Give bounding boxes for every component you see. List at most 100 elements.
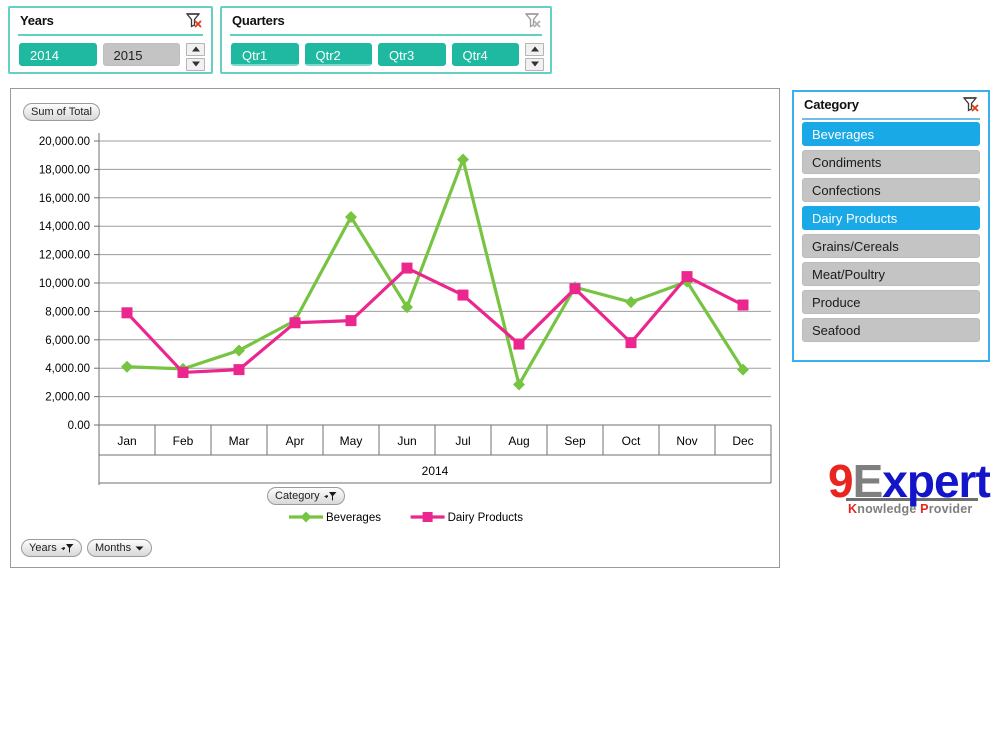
slicer-item-grains-cereals[interactable]: Grains/Cereals xyxy=(802,234,980,258)
x-axis-tick-label: Dec xyxy=(732,434,753,448)
slicer-item-qtr4[interactable]: Qtr4 xyxy=(452,43,520,66)
y-axis-tick-label: 14,000.00 xyxy=(39,221,90,233)
legend-label: Beverages xyxy=(326,512,381,524)
clear-filter-icon[interactable] xyxy=(185,12,203,28)
slicer-item-produce[interactable]: Produce xyxy=(802,290,980,314)
clear-filter-icon[interactable] xyxy=(962,96,980,112)
logo-letters-xpert: xpert xyxy=(882,455,989,507)
slicer-item-dairy-products[interactable]: Dairy Products xyxy=(802,206,980,230)
slicer-category-list: Beverages Condiments Confections Dairy Prod… xyxy=(794,118,988,352)
x-axis-tick-label: Oct xyxy=(622,434,641,448)
slicer-quarters-title: Quarters xyxy=(232,13,285,28)
data-point-marker xyxy=(290,317,301,328)
filter-dropdown-icon xyxy=(61,543,74,554)
chevron-down-icon xyxy=(135,545,144,552)
slicer-item-qtr3[interactable]: Qtr3 xyxy=(378,43,446,66)
slicer-item-seafood[interactable]: Seafood xyxy=(802,318,980,342)
slicer-item-label: Condiments xyxy=(812,155,881,170)
slicer-item-label: Dairy Products xyxy=(812,211,897,226)
dashboard-root: Years 2014 2015 Quarters xyxy=(0,0,1000,750)
slicer-item-label: Beverages xyxy=(812,127,874,142)
x-axis-tick-label: Aug xyxy=(508,434,529,448)
tagline-p: P xyxy=(920,502,929,516)
tagline-k: K xyxy=(848,502,857,516)
y-axis-tick-label: 20,000.00 xyxy=(39,136,90,148)
data-point-marker xyxy=(121,361,133,373)
data-point-marker xyxy=(457,153,469,165)
y-axis-tick-label: 12,000.00 xyxy=(39,250,90,262)
x-axis-tick-label: Mar xyxy=(229,434,250,448)
slicer-category-underline xyxy=(802,118,980,120)
axis-field-months-label: Months xyxy=(95,542,131,554)
data-point-marker xyxy=(570,283,581,294)
chart-gridlines xyxy=(94,133,771,485)
slicer-item-condiments[interactable]: Condiments xyxy=(802,150,980,174)
scroll-down-arrow[interactable] xyxy=(525,58,544,71)
slicer-item-qtr1[interactable]: Qtr1 xyxy=(231,43,299,66)
slicer-item-label: Meat/Poultry xyxy=(812,267,885,282)
slicer-item-label: Grains/Cereals xyxy=(812,239,899,254)
tagline-nowledge: nowledge xyxy=(857,502,920,516)
logo-wordmark: 9Expert xyxy=(828,458,978,504)
slicer-item-2014[interactable]: 2014 xyxy=(19,43,97,66)
filter-dropdown-icon xyxy=(324,491,337,502)
scroll-down-arrow[interactable] xyxy=(186,58,205,71)
slicer-item-beverages[interactable]: Beverages xyxy=(802,122,980,146)
chart-series-group xyxy=(121,153,749,390)
data-point-marker xyxy=(625,296,637,308)
data-point-marker xyxy=(626,337,637,348)
series-line-beverages xyxy=(127,159,743,384)
y-axis-tick-label: 16,000.00 xyxy=(39,193,90,205)
x-axis-tick-label: Nov xyxy=(676,434,697,448)
company-logo: 9Expert Knowledge Provider xyxy=(828,458,978,516)
x-axis-tick-label: Feb xyxy=(173,434,194,448)
chart-y-axis-labels: 0.002,000.004,000.006,000.008,000.0010,0… xyxy=(39,136,90,432)
slicer-quarters-scrollbar[interactable] xyxy=(525,43,542,71)
slicer-category[interactable]: Category Beverages Condiments Confections D… xyxy=(792,90,990,362)
logo-digit: 9 xyxy=(828,455,853,507)
data-point-marker xyxy=(122,307,133,318)
clear-filter-icon[interactable] xyxy=(524,12,542,28)
scroll-up-arrow[interactable] xyxy=(525,43,544,56)
legend-label: Dairy Products xyxy=(448,512,524,524)
data-point-marker xyxy=(402,263,413,274)
slicer-years-header: Years xyxy=(10,8,211,34)
tagline-rovider: rovider xyxy=(929,502,973,516)
x-axis-tick-label: Sep xyxy=(564,434,586,448)
y-axis-tick-label: 2,000.00 xyxy=(45,392,90,404)
y-axis-tick-label: 4,000.00 xyxy=(45,363,90,375)
slicer-item-label: Seafood xyxy=(812,323,860,338)
data-point-marker xyxy=(738,300,749,311)
slicer-quarters[interactable]: Quarters Qtr1 Qtr2 Qtr3 Qtr4 xyxy=(220,6,552,74)
legend-swatch-marker xyxy=(301,512,312,523)
slicer-quarters-body: Qtr1 Qtr2 Qtr3 Qtr4 xyxy=(222,34,550,79)
slicer-category-header: Category xyxy=(794,92,988,118)
x-axis-group-label: 2014 xyxy=(422,464,449,478)
y-axis-tick-label: 6,000.00 xyxy=(45,335,90,347)
slicer-item-2015[interactable]: 2015 xyxy=(103,43,181,66)
x-axis-tick-label: Jun xyxy=(397,434,416,448)
data-point-marker xyxy=(458,290,469,301)
legend-swatch-marker xyxy=(423,512,433,522)
legend-field-button[interactable]: Category xyxy=(267,487,345,505)
slicer-item-label: Produce xyxy=(812,295,860,310)
scroll-up-arrow[interactable] xyxy=(186,43,205,56)
slicer-category-title: Category xyxy=(804,97,859,112)
data-point-marker xyxy=(233,344,245,356)
slicer-years-body: 2014 2015 xyxy=(10,34,211,79)
slicer-item-meat-poultry[interactable]: Meat/Poultry xyxy=(802,262,980,286)
y-axis-tick-label: 0.00 xyxy=(68,420,90,432)
slicer-years-scrollbar[interactable] xyxy=(186,43,203,71)
slicer-item-qtr2[interactable]: Qtr2 xyxy=(305,43,373,66)
pivot-chart-panel[interactable]: Sum of Total 0.002,000.004,000.006,000.0… xyxy=(10,88,780,568)
data-point-marker xyxy=(234,364,245,375)
logo-letter-e: E xyxy=(853,455,883,507)
slicer-item-label: Confections xyxy=(812,183,881,198)
slicer-item-confections[interactable]: Confections xyxy=(802,178,980,202)
data-point-marker xyxy=(178,367,189,378)
data-point-marker xyxy=(682,271,693,282)
y-axis-tick-label: 8,000.00 xyxy=(45,306,90,318)
axis-field-button-years[interactable]: Years xyxy=(21,539,82,557)
slicer-years[interactable]: Years 2014 2015 xyxy=(8,6,213,74)
axis-field-button-months[interactable]: Months xyxy=(87,539,152,557)
